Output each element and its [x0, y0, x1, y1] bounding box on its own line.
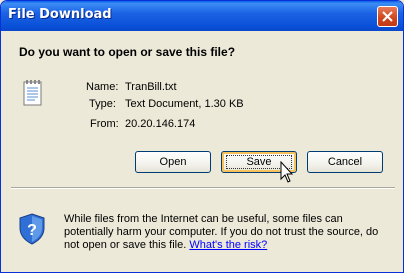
type-label: Type:: [89, 98, 116, 110]
separator: [11, 187, 395, 189]
close-icon: [382, 11, 393, 22]
title-bar[interactable]: File Download: [1, 1, 403, 31]
cancel-button[interactable]: Cancel: [307, 151, 383, 173]
security-warning: While files from the Internet can be use…: [64, 213, 394, 252]
dialog-question: Do you want to open or save this file?: [19, 45, 236, 59]
mouse-cursor-icon: [280, 161, 294, 183]
window-title: File Download: [8, 7, 112, 22]
type-value: Text Document, 1.30 KB: [125, 98, 244, 110]
name-value: TranBill.txt: [125, 81, 177, 93]
name-label: Name:: [86, 81, 119, 93]
open-button[interactable]: Open: [135, 151, 211, 173]
close-button[interactable]: [377, 6, 398, 27]
security-shield-icon: ?: [19, 213, 45, 245]
file-download-dialog: File Download Do you want to open or sav…: [0, 0, 404, 273]
text-document-icon: [23, 80, 42, 106]
from-value: 20.20.146.174: [125, 118, 196, 130]
whats-the-risk-link[interactable]: What's the risk?: [189, 239, 267, 251]
svg-text:?: ?: [27, 222, 37, 239]
from-label: From:: [90, 118, 119, 130]
